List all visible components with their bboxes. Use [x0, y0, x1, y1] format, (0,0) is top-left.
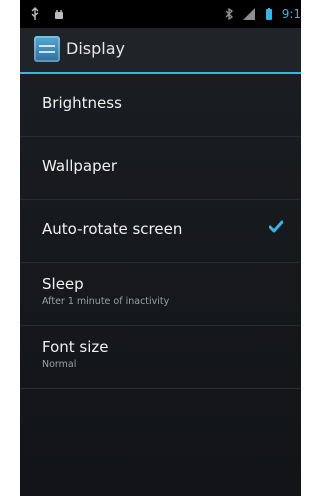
signal-icon	[242, 8, 255, 20]
setting-summary: Normal	[42, 359, 77, 370]
setting-label: Font size	[42, 338, 109, 356]
action-bar: Display	[20, 28, 301, 74]
bluetooth-icon	[225, 7, 233, 21]
display-settings-icon[interactable]	[34, 36, 60, 62]
setting-label: Brightness	[42, 94, 122, 112]
status-left	[28, 7, 66, 21]
setting-sleep[interactable]: Sleep After 1 minute of inactivity	[20, 263, 301, 326]
status-time: 9:1	[281, 7, 301, 21]
setting-label: Auto-rotate screen	[42, 220, 183, 238]
battery-icon	[265, 8, 272, 20]
android-debug-icon	[55, 10, 63, 19]
setting-wallpaper[interactable]: Wallpaper	[20, 137, 301, 200]
setting-font-size[interactable]: Font size Normal	[20, 326, 301, 389]
phone-screen: 9:1 Display Brightness Wallpaper Auto-ro…	[20, 0, 301, 496]
status-right: 9:1	[222, 7, 301, 21]
status-bar: 9:1	[20, 0, 301, 28]
setting-label: Wallpaper	[42, 157, 118, 175]
setting-brightness[interactable]: Brightness	[20, 74, 301, 137]
checkmark-icon[interactable]	[269, 220, 283, 234]
setting-auto-rotate[interactable]: Auto-rotate screen	[20, 200, 301, 263]
page-title: Display	[66, 39, 125, 58]
settings-list: Brightness Wallpaper Auto-rotate screen …	[20, 74, 301, 389]
usb-icon	[31, 7, 39, 20]
setting-label: Sleep	[42, 275, 84, 293]
setting-summary: After 1 minute of inactivity	[42, 296, 170, 307]
